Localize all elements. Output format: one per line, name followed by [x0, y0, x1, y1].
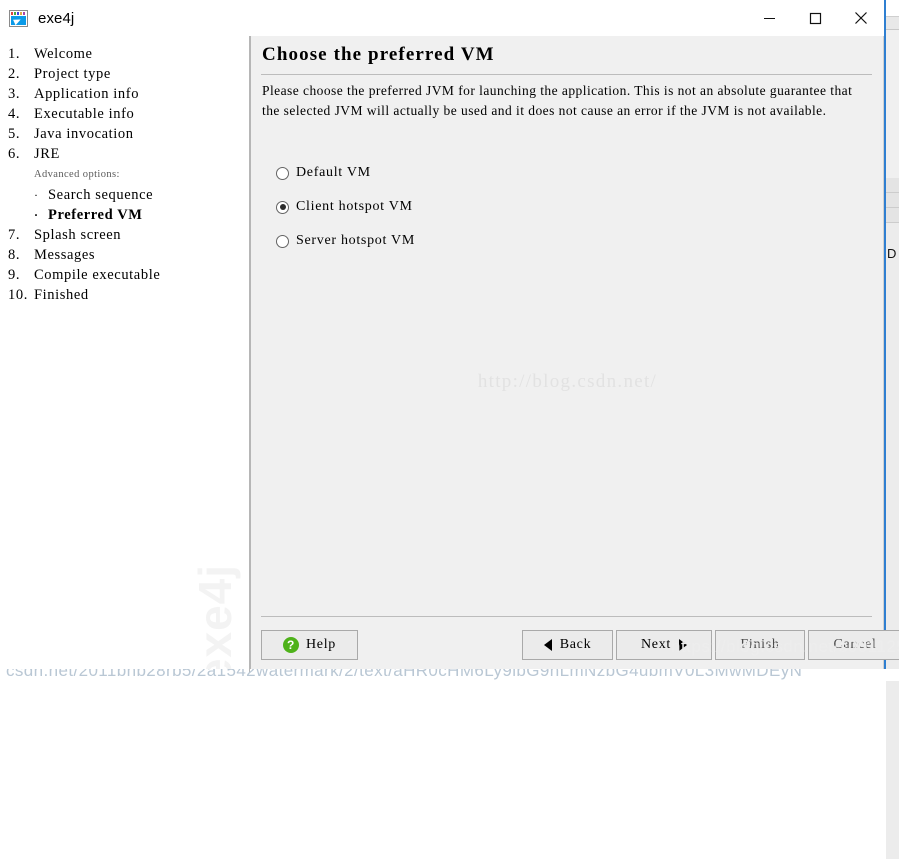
- step-number: 5.: [8, 126, 21, 142]
- radio-label: Server hotspot VM: [296, 233, 415, 248]
- page-description: Please choose the preferred JVM for laun…: [262, 83, 853, 118]
- background-window-row: [886, 193, 899, 208]
- bullet-icon: ·: [34, 208, 39, 222]
- radio-icon[interactable]: [276, 166, 289, 180]
- page-title: Choose the preferred VM: [262, 44, 495, 65]
- sidebar-item-jre[interactable]: 6. JRE: [8, 146, 244, 166]
- radio-label: Client hotspot VM: [296, 199, 413, 214]
- background-window-titlebar: [886, 0, 899, 17]
- sidebar-watermark: exe4j: [189, 563, 241, 669]
- preferred-vm-radio-group[interactable]: Default VM Client hotspot VM Server hots…: [276, 162, 415, 264]
- background-window[interactable]: D: [884, 0, 899, 859]
- radio-label: Default VM: [296, 165, 371, 180]
- step-number: 7.: [8, 227, 21, 243]
- background-window-row: [886, 178, 899, 193]
- wizard-main-pane: Choose the preferred VM Please choose th…: [251, 36, 899, 669]
- maximize-button[interactable]: [792, 0, 838, 36]
- sidebar-item-finished[interactable]: 10. Finished: [8, 287, 244, 307]
- back-button-label: Back: [559, 637, 592, 652]
- step-label: Executable info: [34, 106, 135, 122]
- window-content: 1. Welcome 2. Project type 3. Applicatio…: [0, 36, 899, 669]
- radio-option-client-hotspot-vm[interactable]: Client hotspot VM: [276, 196, 415, 218]
- next-button[interactable]: Next: [616, 630, 712, 660]
- minimize-icon: [763, 17, 775, 19]
- step-label: Splash screen: [34, 227, 122, 243]
- minimize-button[interactable]: [746, 0, 792, 36]
- cancel-button-label: Cancel: [833, 637, 877, 652]
- sidebar-item-preferred-vm[interactable]: · Preferred VM: [34, 207, 244, 227]
- next-button-label: Next: [640, 637, 671, 652]
- step-label: Finished: [34, 287, 89, 303]
- window-controls: [746, 0, 884, 36]
- step-number: 9.: [8, 267, 21, 283]
- cancel-button[interactable]: Cancel: [808, 630, 899, 660]
- exe4j-app-icon: [9, 9, 28, 27]
- step-label: Preferred VM: [48, 207, 143, 223]
- radio-option-server-hotspot-vm[interactable]: Server hotspot VM: [276, 230, 415, 252]
- maximize-icon: [809, 12, 821, 24]
- button-bar-divider: [261, 616, 872, 617]
- sidebar-item-search-sequence[interactable]: · Search sequence: [34, 187, 244, 207]
- help-button-label: Help: [305, 637, 336, 652]
- triangle-right-icon: [679, 639, 687, 651]
- back-button[interactable]: Back: [522, 630, 613, 660]
- step-number: 3.: [8, 86, 21, 102]
- radio-icon[interactable]: [276, 234, 289, 248]
- help-button[interactable]: ? Help: [261, 630, 358, 660]
- app-icon-dots: [11, 11, 26, 15]
- background-window-body: [886, 178, 899, 859]
- radio-icon-selected[interactable]: [276, 200, 289, 214]
- advanced-options-heading: Advanced options:: [34, 169, 120, 180]
- sidebar-item-executable-info[interactable]: 4. Executable info: [8, 106, 244, 126]
- step-label: Java invocation: [34, 126, 134, 142]
- sidebar-item-messages[interactable]: 8. Messages: [8, 247, 244, 267]
- bullet-icon: ·: [34, 188, 39, 202]
- close-button[interactable]: [838, 0, 884, 36]
- exe4j-wizard-window: exe4j 1. Welcome 2. Project type 3. Appl…: [0, 0, 899, 669]
- step-number: 6.: [8, 146, 21, 162]
- sidebar-item-welcome[interactable]: 1. Welcome: [8, 46, 244, 66]
- window-title: exe4j: [38, 9, 75, 27]
- step-label: Project type: [34, 66, 111, 82]
- sidebar-item-application-info[interactable]: 3. Application info: [8, 86, 244, 106]
- wizard-step-list: 1. Welcome 2. Project type 3. Applicatio…: [8, 46, 244, 307]
- step-label: Welcome: [34, 46, 93, 62]
- step-label: JRE: [34, 146, 60, 162]
- background-window-glyph: D: [887, 246, 897, 261]
- sidebar-item-compile-executable[interactable]: 9. Compile executable: [8, 267, 244, 287]
- bottom-watermark-strip: csdn.net/2011bhb28rb5/2a1542watermark/2/…: [0, 669, 899, 681]
- background-window-tab: [886, 17, 899, 30]
- sidebar-item-project-type[interactable]: 2. Project type: [8, 66, 244, 86]
- step-number: 8.: [8, 247, 21, 263]
- radio-option-default-vm[interactable]: Default VM: [276, 162, 415, 184]
- window-titlebar[interactable]: exe4j: [0, 0, 884, 36]
- background-window-row: [886, 208, 899, 223]
- finish-button-label: Finish: [740, 637, 780, 652]
- wizard-page: Choose the preferred VM Please choose th…: [251, 36, 899, 669]
- step-label: Search sequence: [48, 187, 154, 203]
- step-label: Compile executable: [34, 267, 161, 283]
- step-number: 2.: [8, 66, 21, 82]
- step-number: 4.: [8, 106, 21, 122]
- step-number: 10.: [8, 287, 28, 303]
- bottom-watermark-text: csdn.net/2011bhb28rb5/2a1542watermark/2/…: [6, 669, 803, 680]
- sidebar-item-java-invocation[interactable]: 5. Java invocation: [8, 126, 244, 146]
- close-icon: [855, 12, 867, 24]
- finish-button[interactable]: Finish: [715, 630, 805, 660]
- step-label: Messages: [34, 247, 96, 263]
- step-label: Application info: [34, 86, 140, 102]
- question-mark-icon: ?: [282, 637, 299, 653]
- sidebar-item-splash-screen[interactable]: 7. Splash screen: [8, 227, 244, 247]
- step-number: 1.: [8, 46, 21, 62]
- wizard-button-bar: ? Help Back Next Finish Cancel: [261, 630, 899, 660]
- wizard-steps-sidebar: 1. Welcome 2. Project type 3. Applicatio…: [0, 36, 249, 669]
- page-watermark: http://blog.csdn.net/: [477, 371, 658, 392]
- title-divider: [261, 74, 872, 75]
- triangle-left-icon: [543, 639, 552, 651]
